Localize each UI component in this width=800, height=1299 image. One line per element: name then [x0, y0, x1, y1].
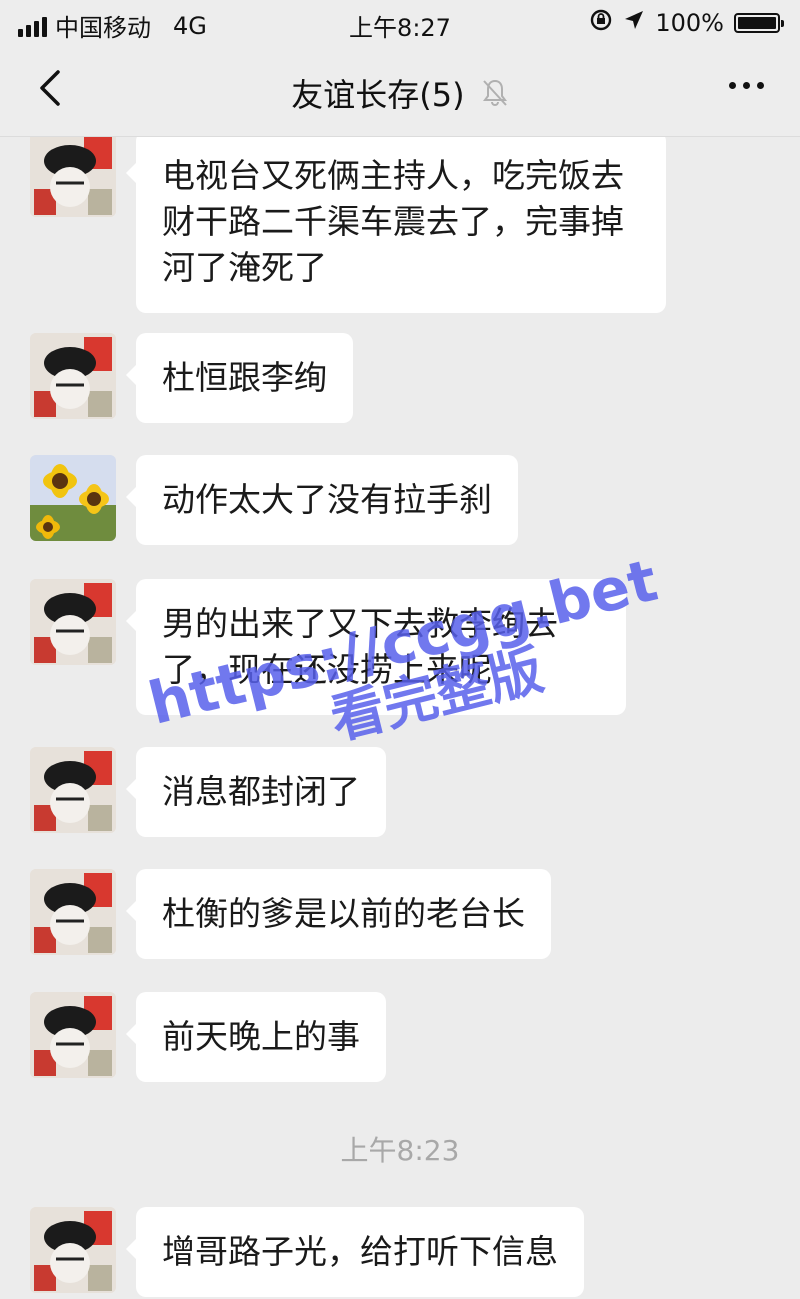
avatar[interactable]	[30, 579, 116, 665]
message-row: 动作太大了没有拉手刹	[30, 455, 518, 545]
avatar[interactable]	[30, 137, 116, 217]
message-row: 电视台又死俩主持人，吃完饭去财干路二千渠车震去了，完事掉河了淹死了	[30, 137, 666, 313]
chat-title: 友谊长存(5)	[0, 70, 800, 116]
more-dot	[757, 82, 764, 89]
message-row: 男的出来了又下去救李绚去了，现在还没捞上来呢	[30, 579, 626, 715]
nav-bar: 友谊长存(5)	[0, 44, 800, 137]
timestamp: 上午8:23	[340, 1134, 460, 1167]
message-bubble[interactable]: 前天晚上的事	[126, 992, 386, 1082]
message-bubble[interactable]: 杜恒跟李绚	[126, 333, 353, 423]
battery-icon	[734, 13, 784, 33]
message-row: 增哥路子光，给打听下信息	[30, 1207, 584, 1297]
orientation-lock-icon	[589, 8, 613, 38]
more-button[interactable]	[729, 82, 764, 89]
message-row: 杜衡的爹是以前的老台长	[30, 869, 551, 959]
message-bubble[interactable]: 消息都封闭了	[126, 747, 386, 837]
status-bar: 中国移动 4G 上午8:27 100%	[0, 0, 800, 44]
bell-muted-icon	[481, 78, 509, 116]
message-bubble[interactable]: 男的出来了又下去救李绚去了，现在还没捞上来呢	[126, 579, 626, 715]
avatar[interactable]	[30, 333, 116, 419]
location-icon	[623, 9, 645, 37]
message-bubble[interactable]: 增哥路子光，给打听下信息	[126, 1207, 584, 1297]
status-right: 100%	[589, 8, 784, 38]
more-dot	[729, 82, 736, 89]
message-bubble[interactable]: 电视台又死俩主持人，吃完饭去财干路二千渠车震去了，完事掉河了淹死了	[126, 137, 666, 313]
avatar[interactable]	[30, 747, 116, 833]
avatar[interactable]	[30, 869, 116, 955]
message-row: 杜恒跟李绚	[30, 333, 353, 423]
message-row: 前天晚上的事	[30, 992, 386, 1082]
avatar[interactable]	[30, 992, 116, 1078]
chat-title-text: 友谊长存(5)	[291, 76, 465, 114]
more-dot	[743, 82, 750, 89]
chat-area[interactable]: 电视台又死俩主持人，吃完饭去财干路二千渠车震去了，完事掉河了淹死了 杜恒跟李绚 …	[0, 137, 800, 1299]
message-bubble[interactable]: 杜衡的爹是以前的老台长	[126, 869, 551, 959]
avatar[interactable]	[30, 1207, 116, 1293]
sunflower-image	[30, 455, 116, 541]
battery-percent: 100%	[655, 9, 724, 37]
message-bubble[interactable]: 动作太大了没有拉手刹	[126, 455, 518, 545]
avatar[interactable]	[30, 455, 116, 541]
message-row: 消息都封闭了	[30, 747, 386, 837]
